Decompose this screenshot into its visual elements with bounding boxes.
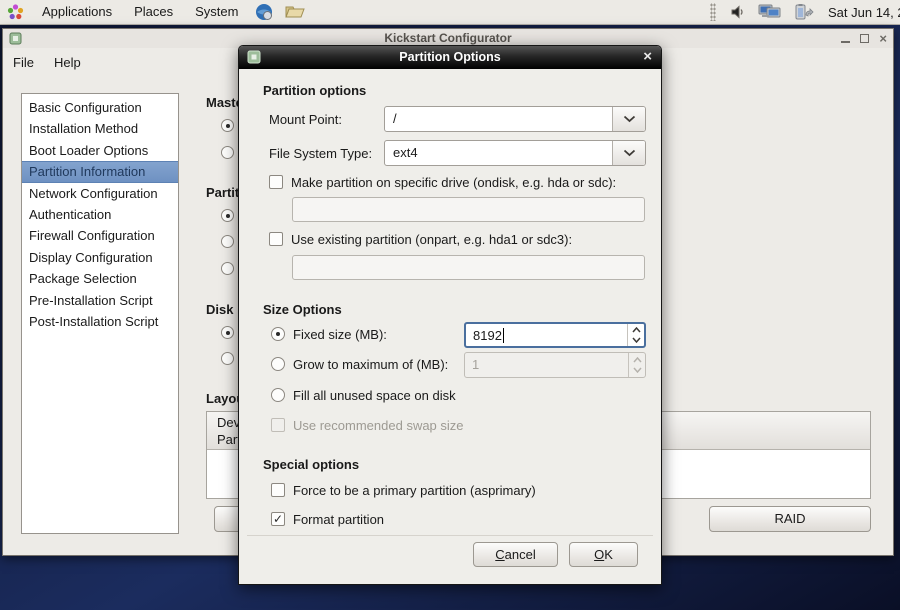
button-separator [247,535,653,536]
grow-max-radio[interactable] [271,357,285,371]
grow-max-value: 1 [472,353,479,376]
fill-unused-label[interactable]: Fill all unused space on disk [293,388,456,403]
fs-type-combobox[interactable]: ext4 [384,140,646,166]
battery-icon[interactable] [794,3,816,21]
grow-max-spinbox: 1 [464,352,646,378]
minimize-button[interactable] [841,35,850,43]
sidebar-item-pre-installation-script[interactable]: Pre-Installation Script [22,290,178,311]
help-menu[interactable]: Help [44,48,91,77]
dialog-close-button[interactable]: × [643,46,652,68]
system-menu[interactable]: System [184,0,249,25]
sidebar-item-post-installation-script[interactable]: Post-Installation Script [22,311,178,332]
spin-down-icon [633,367,642,373]
radio-on-icon [221,119,234,132]
cancel-rest: ancel [505,547,536,562]
format-partition-label[interactable]: Format partition [293,512,384,527]
applications-menu[interactable]: Applications [31,0,123,25]
ondisk-label[interactable]: Make partition on specific drive (ondisk… [291,175,616,190]
radio-off-icon [221,352,234,365]
close-window-button[interactable]: × [879,34,887,43]
sidebar-item-authentication[interactable]: Authentication [22,204,178,225]
sidebar-item-display-configuration[interactable]: Display Configuration [22,247,178,268]
fixed-size-label[interactable]: Fixed size (MB): [293,327,387,342]
ondisk-entry[interactable] [292,197,645,222]
panel-clock[interactable]: Sat Jun 14, 2 [822,5,900,20]
spin-up-icon [633,357,642,363]
volume-icon[interactable] [730,4,746,20]
cancel-mnemonic: C [495,547,504,562]
format-partition-checkbox[interactable]: ✓ [271,512,285,526]
sidebar-item-basic-configuration[interactable]: Basic Configuration [22,97,178,118]
maximize-button[interactable] [860,34,869,43]
grow-max-label[interactable]: Grow to maximum of (MB): [293,357,448,372]
onpart-checkbox[interactable] [269,232,283,246]
files-launcher-icon[interactable] [285,4,305,20]
radio-off-icon [221,262,234,275]
places-menu[interactable]: Places [123,0,184,25]
panel-drag-handle[interactable] [710,3,716,21]
fixed-size-value[interactable]: 8192 [473,324,502,347]
fs-type-value[interactable]: ext4 [385,141,612,165]
partition-options-dialog: Partition Options × Partition options Mo… [238,45,662,585]
sidebar-item-boot-loader-options[interactable]: Boot Loader Options [22,140,178,161]
fill-unused-radio[interactable] [271,388,285,402]
distro-logo-icon[interactable] [6,3,25,22]
text-cursor [503,328,504,343]
mount-point-label: Mount Point: [269,112,342,127]
sidebar-item-firewall-configuration[interactable]: Firewall Configuration [22,225,178,246]
dialog-title: Partition Options [239,46,661,69]
ok-mnemonic: O [594,547,604,562]
dialog-titlebar[interactable]: Partition Options × [239,46,661,69]
sidebar-item-network-configuration[interactable]: Network Configuration [22,183,178,204]
fixed-size-spinbox[interactable]: 8192 [464,322,646,348]
display-settings-icon[interactable] [758,3,782,21]
radio-off-icon [221,146,234,159]
top-panel: Applications Places System [0,0,900,25]
mount-point-value[interactable]: / [385,107,612,131]
radio-on-icon [221,326,234,339]
ok-button[interactable]: OK [569,542,638,567]
config-section-list: Basic Configuration Installation Method … [21,93,179,534]
browser-launcher-icon[interactable] [255,3,273,21]
swap-size-label: Use recommended swap size [293,418,464,433]
radio-on-icon [221,209,234,222]
mount-point-dropdown-button[interactable] [612,107,645,131]
file-menu[interactable]: File [3,48,44,77]
fixed-size-radio[interactable] [271,327,285,341]
asprimary-checkbox[interactable] [271,483,285,497]
spin-up-icon[interactable] [632,327,641,333]
fs-type-label: File System Type: [269,146,372,161]
partition-options-section-header: Partition options [263,83,366,98]
cancel-button[interactable]: Cancel [473,542,558,567]
sidebar-item-package-selection[interactable]: Package Selection [22,268,178,289]
ondisk-checkbox[interactable] [269,175,283,189]
desktop: Applications Places System [0,0,900,610]
sidebar-item-installation-method[interactable]: Installation Method [22,118,178,139]
special-options-section-header: Special options [263,457,359,472]
fs-type-dropdown-button[interactable] [612,141,645,165]
radio-off-icon [221,235,234,248]
mount-point-combobox[interactable]: / [384,106,646,132]
sidebar-item-partition-information[interactable]: Partition Information [22,161,178,182]
raid-button[interactable]: RAID [709,506,871,532]
asprimary-label[interactable]: Force to be a primary partition (asprima… [293,483,536,498]
ok-rest: K [604,547,613,562]
spin-down-icon[interactable] [632,337,641,343]
chevron-down-icon [623,115,636,123]
size-options-section-header: Size Options [263,302,342,317]
swap-size-checkbox [271,418,285,432]
onpart-entry[interactable] [292,255,645,280]
onpart-label[interactable]: Use existing partition (onpart, e.g. hda… [291,232,572,247]
chevron-down-icon [623,149,636,157]
